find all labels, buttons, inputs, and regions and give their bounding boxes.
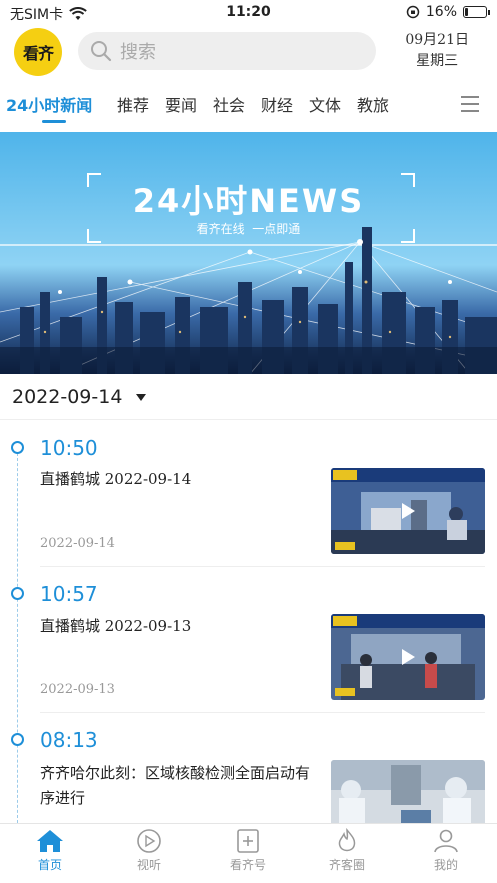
status-bar: 无SIM卡 11:20 16% <box>0 0 497 26</box>
hero-banner[interactable]: 24小时NEWS 看齐在线 一点即通 <box>0 132 497 374</box>
news-date: 2022-09-14 <box>40 536 115 551</box>
orientation-lock-icon <box>406 5 420 19</box>
nav-kanqi-account[interactable]: 看齐号 <box>208 828 288 873</box>
nav-mine-label: 我的 <box>433 858 458 872</box>
play-circle-icon <box>137 829 161 853</box>
banner-subtitle: 看齐在线 一点即通 <box>196 222 301 236</box>
timeline-dot <box>11 441 24 454</box>
tab-24h-news[interactable]: 24小时新闻 <box>6 92 92 116</box>
news-date: 2022-09-13 <box>40 682 115 697</box>
banner-title: 24小时NEWS <box>132 182 365 220</box>
nav-home-label: 首页 <box>37 858 62 872</box>
timeline-dot <box>11 733 24 746</box>
news-item[interactable]: 10:57 直播鹤城 2022-09-13 2022-09-13 <box>0 574 497 720</box>
tab-recommend[interactable]: 推荐 <box>117 92 149 116</box>
news-item[interactable]: 10:50 直播鹤城 2022-09-14 2022-09-14 <box>0 428 497 574</box>
search-placeholder: 搜索 <box>120 42 156 63</box>
date-display: 09月21日 星期三 <box>405 30 469 72</box>
plus-square-icon <box>237 829 259 853</box>
news-title: 齐齐哈尔此刻：区域核酸检测全面启动有序进行 <box>40 764 311 807</box>
header: 看齐 搜索 09月21日 星期三 <box>0 26 497 76</box>
channel-tabs: 24小时新闻 推荐 要闻 社会 财经 文体 教旅 <box>0 86 497 126</box>
banner-image <box>0 132 497 374</box>
thumbnail-image <box>331 468 485 554</box>
divider <box>40 566 485 567</box>
nav-audio-video-label: 视听 <box>136 858 161 872</box>
flame-icon <box>338 828 356 852</box>
thumbnail-image <box>331 760 485 824</box>
thumbnail-image <box>331 614 485 700</box>
app-logo[interactable]: 看齐 <box>14 28 62 76</box>
video-thumbnail[interactable] <box>331 468 485 554</box>
user-icon <box>434 829 458 853</box>
logo-text: 看齐 <box>22 44 54 63</box>
nav-community-label: 齐客圈 <box>328 858 365 872</box>
nav-audio-video[interactable]: 视听 <box>109 828 189 873</box>
battery-icon <box>463 6 490 18</box>
date-label: 09月21日 <box>405 32 469 48</box>
weekday-label: 星期三 <box>416 53 459 69</box>
news-item[interactable]: 08:13 齐齐哈尔此刻：区域核酸检测全面启动有序进行 <box>0 720 497 824</box>
tab-education-travel[interactable]: 教旅 <box>357 92 389 116</box>
nav-community[interactable]: 齐客圈 <box>307 828 387 873</box>
tab-culture-sports[interactable]: 文体 <box>309 92 341 116</box>
news-time: 10:57 <box>40 582 98 606</box>
timeline-dot <box>11 587 24 600</box>
nav-mine[interactable]: 我的 <box>406 828 486 873</box>
battery-percent: 16% <box>425 4 457 20</box>
divider <box>40 712 485 713</box>
battery-fill <box>465 8 468 16</box>
news-time: 10:50 <box>40 436 98 460</box>
search-icon <box>91 41 112 62</box>
tab-society[interactable]: 社会 <box>213 92 245 116</box>
home-icon <box>37 830 63 852</box>
tab-finance[interactable]: 财经 <box>261 92 293 116</box>
status-right: 16% <box>406 4 490 20</box>
active-tab-indicator <box>42 120 66 123</box>
nav-home[interactable]: 首页 <box>10 828 90 873</box>
tab-headlines[interactable]: 要闻 <box>165 92 197 116</box>
nav-kanqi-account-label: 看齐号 <box>229 858 266 872</box>
news-time: 08:13 <box>40 728 98 752</box>
bottom-navigation: 首页 视听 看齐号 齐客圈 我的 <box>0 823 497 883</box>
date-filter-value: 2022-09-14 <box>12 386 123 408</box>
news-title: 直播鹤城 2022-09-13 <box>40 617 192 635</box>
search-bar[interactable]: 搜索 <box>78 32 376 70</box>
date-filter[interactable]: 2022-09-14 <box>0 378 497 420</box>
news-thumbnail[interactable] <box>331 760 485 824</box>
news-title: 直播鹤城 2022-09-14 <box>40 470 192 488</box>
menu-icon[interactable] <box>461 96 479 117</box>
caret-down-icon[interactable] <box>136 394 146 401</box>
video-thumbnail[interactable] <box>331 614 485 700</box>
